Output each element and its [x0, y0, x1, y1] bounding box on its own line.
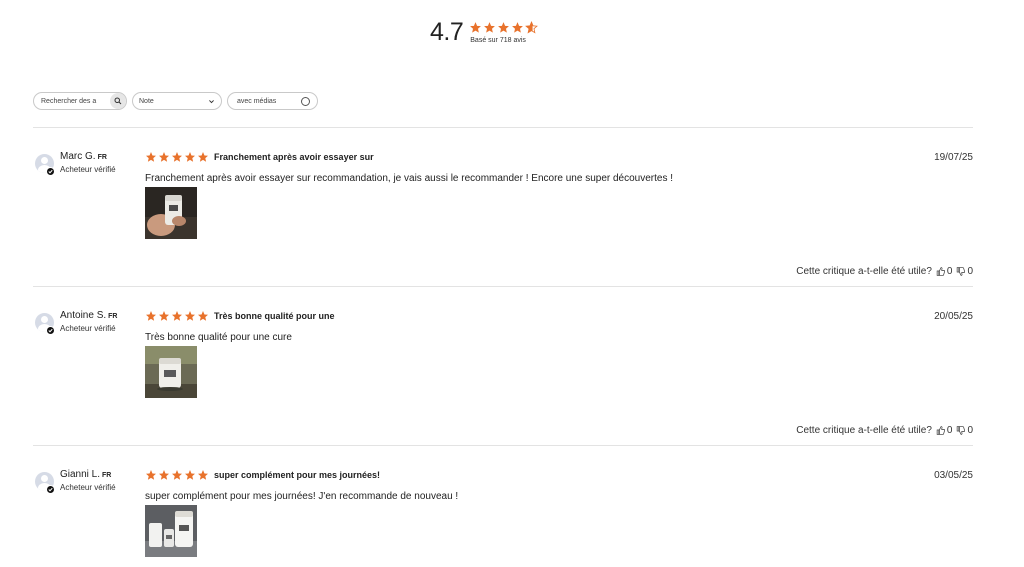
search-input[interactable]: Rechercher des a: [33, 92, 127, 110]
search-button[interactable]: [110, 93, 126, 109]
verified-buyer-label: Acheteur vérifié: [60, 324, 116, 333]
author-name: Marc G. FR: [60, 151, 107, 162]
star-icon: [145, 151, 157, 163]
star-icon: [197, 151, 209, 163]
summary-stars: [469, 21, 539, 34]
verified-buyer-label: Acheteur vérifié: [60, 483, 116, 492]
thumbs-up-count: 0: [946, 266, 953, 277]
author-country: FR: [102, 472, 112, 479]
review-stars: [145, 469, 209, 481]
review-photo[interactable]: [145, 505, 197, 557]
author-country: FR: [97, 154, 107, 161]
review-body: Très bonne qualité pour une cure: [145, 332, 292, 343]
thumbs-down-button[interactable]: [956, 267, 966, 276]
search-icon: [114, 97, 122, 105]
search-placeholder: Rechercher des a: [41, 97, 97, 105]
star-icon: [171, 310, 183, 322]
star-icon: [184, 469, 196, 481]
star-icon: [145, 310, 157, 322]
review-photo[interactable]: [145, 187, 197, 239]
divider: [33, 286, 973, 287]
filter-bar: Rechercher des a Note avec médias: [33, 92, 318, 110]
review-photo[interactable]: [145, 346, 197, 398]
review-body: super complément pour mes journées! J'en…: [145, 491, 459, 502]
rating-summary: 4.7 Basé sur 718 avis: [430, 18, 539, 47]
average-rating: 4.7: [430, 18, 464, 46]
helpful-label: Cette critique a-t-elle été utile?: [796, 266, 932, 277]
review-title: Très bonne qualité pour une: [214, 311, 335, 321]
note-select-label: Note: [139, 97, 154, 105]
verified-check-icon: [46, 326, 55, 335]
thumbs-up-button[interactable]: [936, 267, 945, 276]
divider: [33, 445, 973, 446]
helpful-label: Cette critique a-t-elle été utile?: [796, 425, 932, 436]
star-icon: [171, 151, 183, 163]
thumbs-down-count: 0: [967, 266, 973, 277]
author-name: Gianni L. FR: [60, 469, 112, 480]
review-title: Franchement après avoir essayer sur: [214, 152, 374, 162]
review-title: super complément pour mes journées!: [214, 470, 381, 480]
star-icon: [184, 310, 196, 322]
verified-buyer-label: Acheteur vérifié: [60, 165, 116, 174]
thumbs-up-icon: [936, 267, 945, 276]
media-radio[interactable]: [301, 96, 310, 106]
review-item: Antoine S. FR Acheteur vérifié Très bonne…: [33, 310, 973, 460]
thumbs-down-icon: [957, 267, 966, 276]
review-date: 20/05/25: [934, 311, 973, 322]
star-icon: [158, 151, 170, 163]
star-icon: [469, 21, 482, 34]
media-filter-toggle[interactable]: avec médias: [227, 92, 318, 110]
helpful-section: Cette critique a-t-elle été utile? 0 0: [796, 266, 973, 277]
author-name: Antoine S. FR: [60, 310, 118, 321]
review-stars: [145, 310, 209, 322]
review-stars: [145, 151, 209, 163]
review-count: Basé sur 718 avis: [470, 37, 526, 44]
author-country: FR: [108, 313, 118, 320]
review-date: 03/05/25: [934, 470, 973, 481]
star-icon: [158, 469, 170, 481]
star-icon: [197, 310, 209, 322]
star-icon: [171, 469, 183, 481]
review-item: Gianni L. FR Acheteur vérifié super compl…: [33, 469, 973, 567]
review-date: 19/07/25: [934, 152, 973, 163]
star-icon: [184, 151, 196, 163]
verified-check-icon: [46, 167, 55, 176]
thumbs-down-count: 0: [967, 425, 973, 436]
thumbs-up-count: 0: [946, 425, 953, 436]
note-select[interactable]: Note: [132, 92, 222, 110]
star-icon: [511, 21, 524, 34]
star-icon: [497, 21, 510, 34]
star-icon: [483, 21, 496, 34]
star-icon: [145, 469, 157, 481]
thumbs-up-button[interactable]: [936, 426, 945, 435]
chevron-down-icon: [209, 99, 214, 103]
half-star-icon: [525, 21, 539, 34]
review-body: Franchement après avoir essayer sur reco…: [145, 173, 674, 184]
star-icon: [197, 469, 209, 481]
star-icon: [158, 310, 170, 322]
thumbs-down-button[interactable]: [956, 426, 966, 435]
helpful-section: Cette critique a-t-elle été utile? 0 0: [796, 425, 973, 436]
media-filter-label: avec médias: [237, 97, 277, 105]
thumbs-up-icon: [936, 426, 945, 435]
review-item: Marc G. FR Acheteur vérifié Franchement a…: [33, 151, 973, 301]
thumbs-down-icon: [957, 426, 966, 435]
verified-check-icon: [46, 485, 55, 494]
divider: [33, 127, 973, 128]
